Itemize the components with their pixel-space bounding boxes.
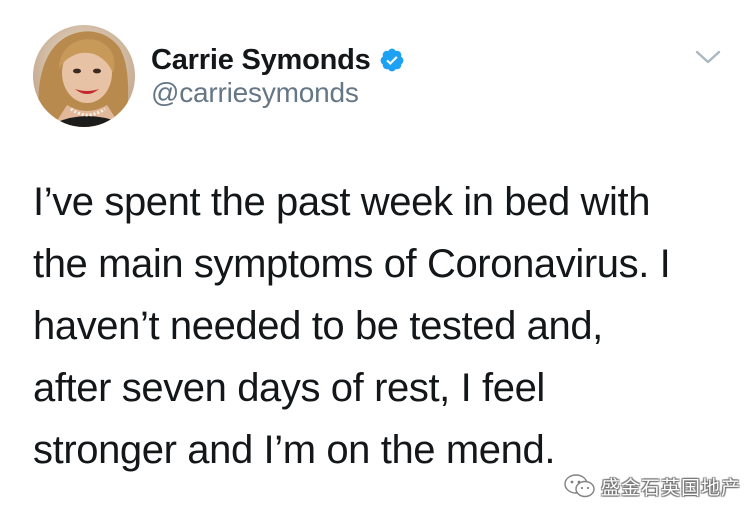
chevron-down-icon[interactable] — [694, 46, 722, 68]
display-name[interactable]: Carrie Symonds — [151, 45, 371, 75]
tweet-text-line: haven’t needed to be tested and, — [33, 304, 603, 348]
tweet-text-line: I’ve spent the past week in bed with — [33, 180, 651, 224]
verified-badge-icon — [379, 47, 405, 73]
tweet-text-line: the main symptoms of Coronavirus. I — [33, 242, 671, 286]
author-name-row: Carrie Symonds — [151, 40, 405, 80]
tweet-card: Carrie Symonds @carriesymonds I’ve spent… — [0, 0, 750, 516]
tweet-text: I’ve spent the past week in bed with the… — [33, 171, 733, 481]
avatar-image — [33, 25, 135, 127]
watermark: 盛金石英国地产 — [563, 471, 741, 501]
tweet-text-line: after seven days of rest, I feel — [33, 366, 545, 410]
author-handle[interactable]: @carriesymonds — [151, 77, 359, 109]
avatar[interactable] — [33, 25, 135, 127]
watermark-text: 盛金石英国地产 — [601, 476, 742, 499]
wechat-icon — [563, 473, 597, 499]
